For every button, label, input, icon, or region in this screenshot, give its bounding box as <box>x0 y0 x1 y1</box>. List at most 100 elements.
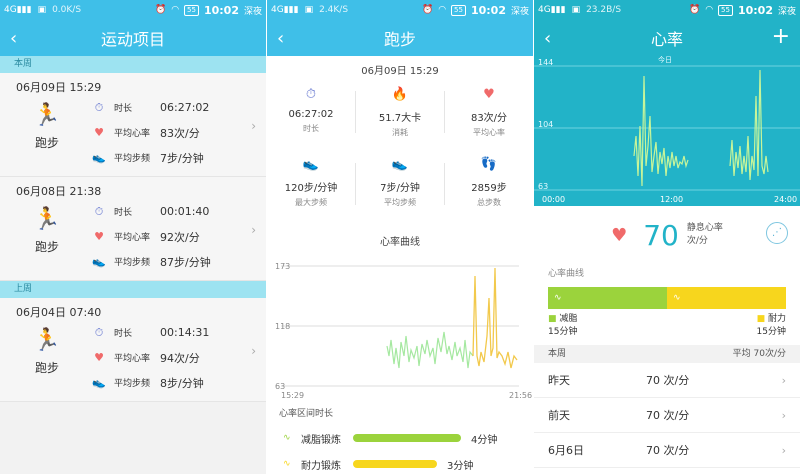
stat-value: 06:27:02 <box>288 109 334 120</box>
zone-name: 耐力 <box>767 314 786 324</box>
list-item[interactable]: 昨天 70 次/分 › <box>534 363 800 398</box>
y-tick-63: 63 <box>538 182 548 191</box>
share-icon[interactable]: ⋰ <box>766 222 788 244</box>
stat-value: 2859步 <box>471 183 507 194</box>
wifi-icon: ◠ <box>705 5 714 15</box>
resting-hr-value: 70 <box>643 218 679 252</box>
header: 4G▮▮▮ ▣ 23.2B/S ⏰ ◠ 55 10:02 深夜 ‹ 心率 + 144 104… <box>534 0 800 206</box>
day-value: 70 次/分 <box>646 374 690 387</box>
header: 4G▮▮▮ ▣ 2.4K/S ⏰ ◠ 55 10:02 深夜 ‹ 跑步 <box>267 0 533 56</box>
hr-label: 平均心率 <box>114 354 151 364</box>
resting-hr-unit: 次/分 <box>686 236 708 246</box>
pulse-icon: ∿ <box>554 293 562 303</box>
run-date: 06月09日 15:29 <box>361 66 439 77</box>
run-detail-screen: 4G▮▮▮ ▣ 2.4K/S ⏰ ◠ 55 10:02 深夜 ‹ 跑步 06月09日 15:… <box>267 0 533 474</box>
day-label: 前天 <box>548 409 570 422</box>
runner-icon: 🏃 <box>33 207 61 232</box>
zone-time: 15分钟 <box>548 327 578 337</box>
signal-icon: 4G▮▮▮ <box>4 5 32 15</box>
status-bar: 4G▮▮▮ ▣ 2.4K/S ⏰ ◠ 55 10:02 深夜 <box>267 0 533 20</box>
pulse-icon: ∿ <box>283 459 291 469</box>
chart-title: 心率曲线 <box>380 237 420 248</box>
cadence-label: 平均步频 <box>114 379 151 389</box>
stat-value: 7步/分钟 <box>380 183 420 194</box>
pulse-icon: ∿ <box>283 433 291 443</box>
x-tick-mid: 12:00 <box>660 195 683 204</box>
chevron-right-icon: › <box>251 223 256 237</box>
shoe-stack-icon: 👟 <box>302 157 320 172</box>
stat-value: 83次/分 <box>470 113 508 124</box>
stat-value: 120步/分钟 <box>284 183 338 194</box>
zones-section: 心率区间时长 ∿ 减脂锻炼 4分钟 ∿ 耐力锻炼 3分钟 <box>267 406 533 474</box>
legend-dot-yellow: ■ <box>756 314 766 324</box>
week-label: 本周 <box>548 349 567 359</box>
zone-name: 耐力锻炼 <box>301 460 341 472</box>
zone-row-endurance: ∿ 耐力锻炼 3分钟 <box>279 451 533 474</box>
y-tick-104: 104 <box>538 120 553 129</box>
mode-label: 深夜 <box>510 6 529 17</box>
stat-label: 平均心率 <box>473 128 505 137</box>
clock: 10:02 <box>737 3 773 17</box>
section-header: 本周 <box>0 56 266 73</box>
stat-value: 51.7大卡 <box>378 113 422 124</box>
alarm-icon: ⏰ <box>421 5 434 15</box>
day-label: 6月6日 <box>548 444 584 457</box>
stat-avg-cadence: 👟 7步/分钟 平均步频 <box>356 157 444 208</box>
stat-calories: 🔥 51.7大卡 消耗 <box>356 87 444 138</box>
image-icon: ▣ <box>571 5 581 15</box>
hr-value: 92次/分 <box>160 230 200 244</box>
image-icon: ▣ <box>304 5 314 15</box>
heart-rate-chart: 173 118 63 15:29 21:56 <box>275 262 532 400</box>
zones-title: 心率区间时长 <box>279 409 334 419</box>
zone-legend: ■ 减脂 15分钟 ■ 耐力 15分钟 <box>534 309 800 339</box>
stat-max-cadence: 👟 120步/分钟 最大步频 <box>267 157 355 208</box>
chevron-right-icon: › <box>251 119 256 133</box>
cadence-label: 平均步频 <box>114 258 151 268</box>
y-tick-144: 144 <box>538 58 553 67</box>
shoe-icon: 👟 <box>391 157 409 172</box>
alarm-icon: ⏰ <box>154 5 167 15</box>
add-icon[interactable]: + <box>772 24 790 49</box>
footprints-icon: 👣 <box>480 157 498 172</box>
cadence-value: 8步/分钟 <box>160 376 204 390</box>
section-header: 上周 <box>0 281 266 298</box>
y-tick-max: 173 <box>275 262 290 271</box>
pulse-icon: ∿ <box>673 293 681 303</box>
network-speed: 23.2B/S <box>586 5 622 15</box>
back-icon[interactable]: ‹ <box>10 28 17 49</box>
daily-hr-chart: 144 104 63 今日 00:00 12:00 24:00 <box>534 56 800 204</box>
x-tick-start: 00:00 <box>542 195 565 204</box>
wifi-icon: ◠ <box>438 5 447 15</box>
status-bar: 4G▮▮▮ ▣ 0.0K/S ⏰ ◠ 55 10:02 深夜 <box>0 0 266 20</box>
day-label: 昨天 <box>548 374 570 387</box>
list-item[interactable]: 06月08日 21:38 🏃 跑步 ⏱ 时长 00:01:40 ♥ 平均心率 92次/分 … <box>0 177 266 281</box>
nav-bar: ‹ 跑步 <box>267 20 533 56</box>
stat-total-steps: 👣 2859步 总步数 <box>445 157 533 208</box>
battery-icon: 55 <box>451 4 466 16</box>
mode-label: 深夜 <box>777 6 796 17</box>
heart-icon: ♥ <box>94 351 104 364</box>
chevron-right-icon: › <box>781 443 786 457</box>
chevron-right-icon: › <box>251 344 256 358</box>
status-bar: 4G▮▮▮ ▣ 23.2B/S ⏰ ◠ 55 10:02 深夜 <box>534 0 800 20</box>
zone-time: 3分钟 <box>447 460 474 472</box>
page-title: 心率 <box>650 30 683 49</box>
list-item[interactable]: 06月09日 15:29 🏃 跑步 ⏱ 时长 06:27:02 ♥ 平均心率 83次/分 … <box>0 73 266 177</box>
stat-label: 最大步频 <box>295 198 327 207</box>
stat-label: 时长 <box>303 124 319 133</box>
back-icon[interactable]: ‹ <box>277 28 284 49</box>
stat-avg-hr: ♥ 83次/分 平均心率 <box>445 87 533 138</box>
hr-label: 平均心率 <box>114 233 151 243</box>
signal-icon: 4G▮▮▮ <box>271 5 299 15</box>
list-item[interactable]: 6月6日 70 次/分 › <box>534 433 800 468</box>
hr-series-line <box>386 331 474 369</box>
duration-label: 时长 <box>114 208 133 218</box>
zone-name: 减脂 <box>559 314 578 324</box>
duration-value: 06:27:02 <box>160 101 210 114</box>
back-icon[interactable]: ‹ <box>544 28 551 49</box>
zone-bar <box>353 434 461 442</box>
battery-icon: 55 <box>718 4 733 16</box>
list-item[interactable]: 06月04日 07:40 🏃 跑步 ⏱ 时长 00:14:31 ♥ 平均心率 94次/分 … <box>0 298 266 402</box>
hr-value: 83次/分 <box>160 126 200 140</box>
list-item[interactable]: 前天 70 次/分 › <box>534 398 800 433</box>
